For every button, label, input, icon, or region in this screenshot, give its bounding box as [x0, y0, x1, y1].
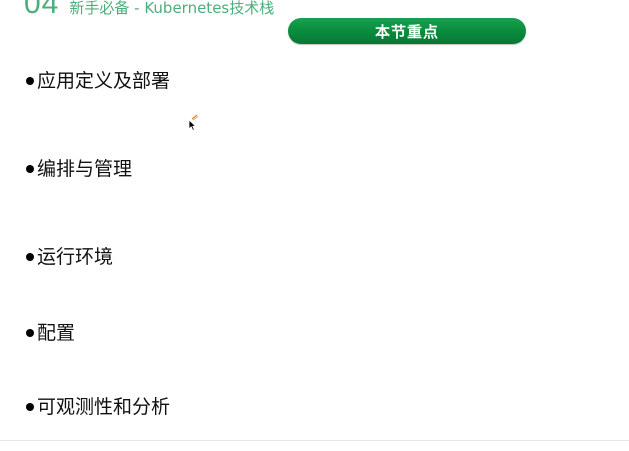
bullet-dot-icon: [26, 329, 34, 337]
list-item: 应用定义及部署: [26, 69, 170, 93]
list-item-text: 配置: [37, 322, 76, 344]
list-item-text: 编排与管理: [37, 158, 133, 180]
bullet-dot-icon: [26, 165, 34, 173]
slide-bottom-divider: [0, 440, 629, 441]
list-item: 可观测性和分析: [26, 395, 170, 419]
list-item-text: 应用定义及部署: [37, 70, 171, 92]
list-item-text: 可观测性和分析: [37, 396, 171, 418]
list-item: 配置: [26, 321, 75, 345]
list-item: 编排与管理: [26, 157, 132, 181]
bullet-dot-icon: [26, 403, 34, 411]
list-item-text: 运行环境: [37, 246, 114, 268]
bullet-dot-icon: [26, 253, 34, 261]
bullet-dot-icon: [26, 77, 34, 85]
mouse-pointer-icon: [188, 114, 199, 131]
bullet-list: 应用定义及部署 编排与管理 运行环境 配置 可观测性和分析: [0, 0, 629, 451]
list-item: 运行环境: [26, 245, 113, 269]
